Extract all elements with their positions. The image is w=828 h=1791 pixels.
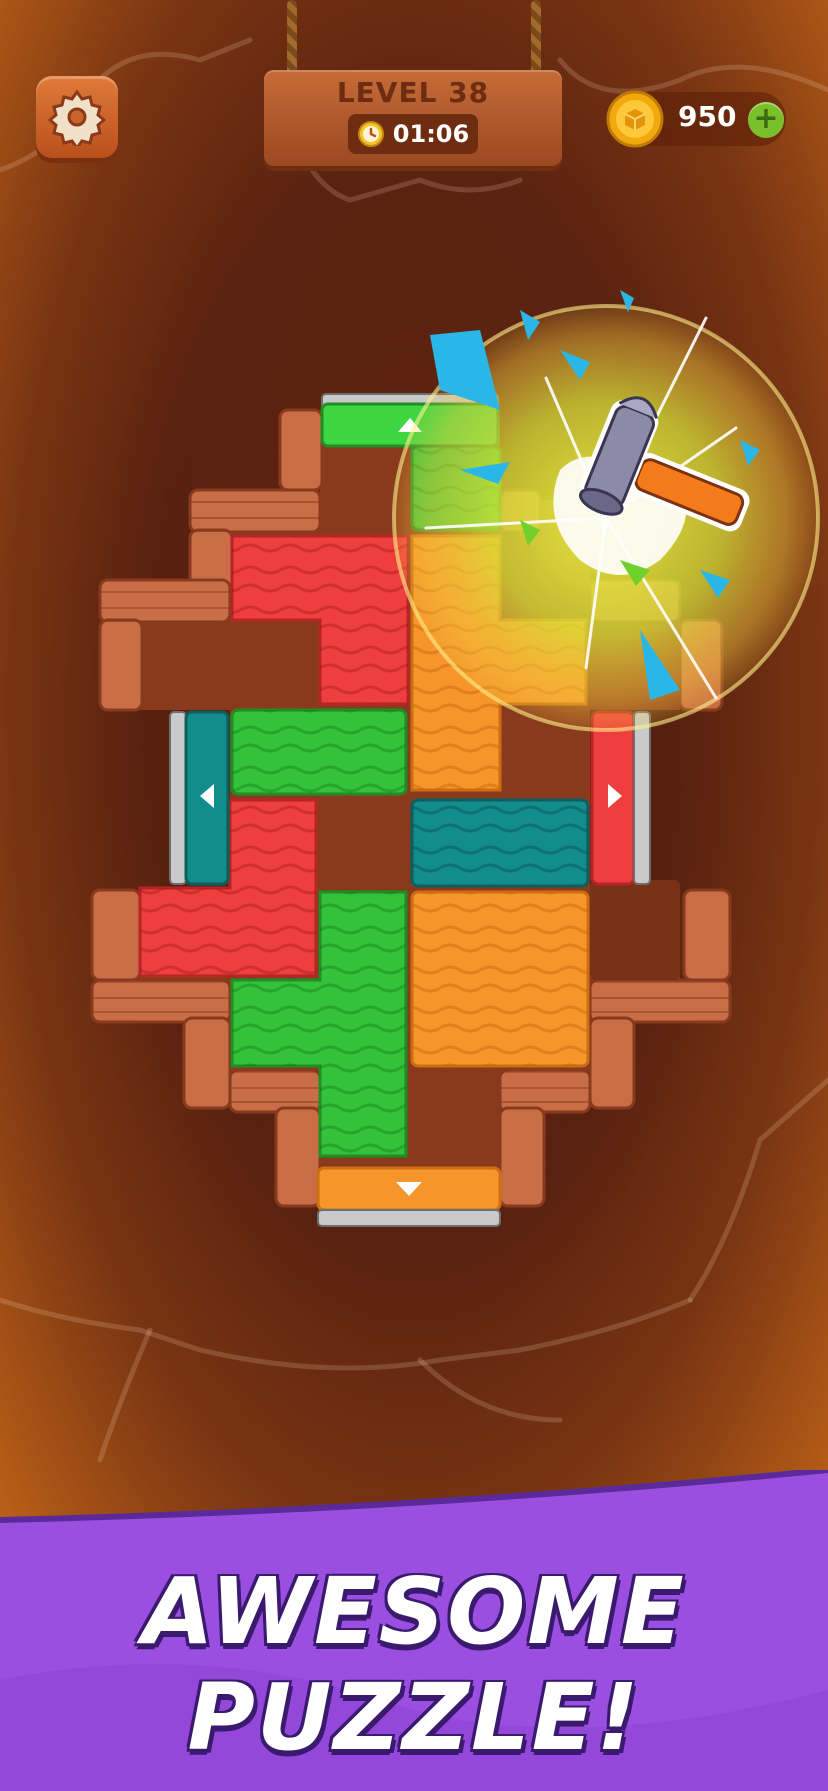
exit-gate-bottom-orange[interactable] [316, 1166, 502, 1227]
puzzle-board [90, 290, 820, 1227]
exit-gate-right-red[interactable] [590, 710, 651, 886]
banner-title-line1: AWESOME [142, 1558, 686, 1665]
exit-gate-left-teal[interactable] [169, 710, 230, 886]
orange-block-bottom[interactable] [410, 890, 590, 1068]
green-block-horizontal[interactable] [230, 708, 408, 796]
banner-title-line2: PUZZLE! [187, 1664, 641, 1771]
teal-block[interactable] [410, 798, 590, 888]
